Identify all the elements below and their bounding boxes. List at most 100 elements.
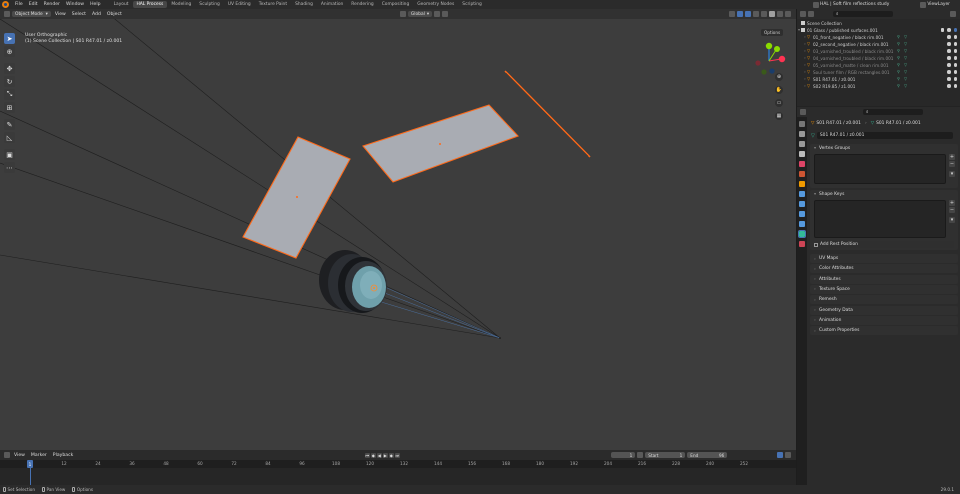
wireframe-shading-icon[interactable] (761, 11, 767, 17)
timeline-ruler[interactable]: 1 12 24 36 48 60 72 84 96 108 120 132 144 156 168 180 19… (0, 460, 796, 468)
workspace-tab-layout[interactable]: Layout (110, 1, 133, 8)
transform-pivot-icon[interactable] (399, 11, 406, 17)
add-cube-tool-icon[interactable]: ▣ (4, 149, 15, 160)
camera-render-icon[interactable] (953, 56, 957, 60)
mesh-name-field[interactable]: S01 R47.01 / z0.001 (816, 132, 953, 139)
vertex-groups-header[interactable]: ▾ Vertex Groups (810, 144, 958, 152)
annotate-tool-icon[interactable]: ✎ (4, 119, 15, 130)
xray-icon[interactable] (753, 11, 759, 17)
menu-window[interactable]: Window (63, 2, 87, 7)
viewport-scene[interactable] (0, 9, 796, 450)
camera-render-icon[interactable] (953, 35, 957, 39)
overlay-toggle-icon[interactable] (745, 11, 751, 17)
camera-render-icon[interactable] (953, 77, 957, 81)
shape-keys-header[interactable]: ▾ Shape Keys (810, 190, 958, 198)
workspace-tab-scripting[interactable]: Scripting (458, 1, 486, 8)
menu-help[interactable]: Help (87, 2, 103, 7)
camera-render-icon[interactable] (953, 70, 957, 74)
outliner-object-row[interactable]: › ▽ 03_varnished_troubled / black rim.001 ⚲… (797, 48, 960, 54)
play-reverse-icon[interactable]: ◀ (376, 452, 382, 458)
workspace-tab-hal-process[interactable]: HAL Process (132, 1, 168, 8)
workspace-tab-compositing[interactable]: Compositing (378, 1, 414, 8)
next-keyframe-icon[interactable]: ◆ (388, 452, 394, 458)
panel-texture-space[interactable]: › Texture Space (810, 284, 958, 294)
viewport-menu-add[interactable]: Add (89, 12, 104, 17)
select-tool-icon[interactable]: ➤ (4, 33, 15, 44)
add-rest-position-button[interactable]: Add Rest Position (814, 241, 954, 248)
shape-keys-list[interactable] (814, 200, 946, 238)
workspace-tab-uv-editing[interactable]: UV Editing (224, 1, 255, 8)
modifier-tab-icon[interactable] (799, 191, 805, 197)
particles-tab-icon[interactable] (799, 201, 805, 207)
keying-set-icon[interactable] (785, 452, 791, 458)
eye-icon[interactable] (947, 56, 951, 60)
auto-keying-icon[interactable] (777, 452, 783, 458)
menu-file[interactable]: File (12, 2, 26, 7)
panel-color-attributes[interactable]: › Color Attributes (810, 264, 958, 274)
camera-render-icon[interactable] (953, 49, 957, 53)
workspace-tab-shading[interactable]: Shading (291, 1, 317, 8)
cursor-tool-icon[interactable]: ⊕ (4, 46, 15, 57)
start-frame-field[interactable]: Start 1 (645, 452, 686, 458)
end-frame-field[interactable]: End 96 (687, 452, 728, 458)
eye-icon[interactable] (947, 42, 951, 46)
solid-shading-icon[interactable] (769, 11, 775, 17)
jump-end-icon[interactable]: ⏭ (394, 452, 400, 458)
visibility-icon[interactable] (729, 11, 735, 17)
menu-edit[interactable]: Edit (26, 2, 41, 7)
outliner-object-row[interactable]: › ▽ 05_varnished_matte / clean rim.001 ⚲ ▽ (797, 62, 960, 68)
rotate-tool-icon[interactable]: ↻ (4, 76, 15, 87)
filter-icon[interactable] (950, 11, 956, 17)
eye-icon[interactable] (947, 35, 951, 39)
vertex-group-specials-button[interactable]: ▾ (949, 171, 955, 177)
timeline-menu-playback[interactable]: Playback (50, 453, 77, 458)
world-tab-icon[interactable] (799, 171, 805, 177)
outliner-scene-collection[interactable]: Scene Collection (797, 20, 960, 26)
viewport-menu-view[interactable]: View (52, 12, 69, 17)
workspace-tab-texture-paint[interactable]: Texture Paint (255, 1, 291, 8)
workspace-tab-modeling[interactable]: Modeling (167, 1, 195, 8)
editor-type-icon[interactable] (4, 11, 10, 17)
workspace-tab-geometry-nodes[interactable]: Geometry Nodes (413, 1, 458, 8)
eye-icon[interactable] (947, 70, 951, 74)
3d-viewport[interactable]: Object Mode ▾ View Select Add Object Global ▾… (0, 9, 796, 450)
remove-vertex-group-button[interactable]: − (949, 161, 955, 167)
camera-render-icon[interactable] (953, 84, 957, 88)
measure-tool-icon[interactable]: ◺ (4, 132, 15, 143)
shape-key-specials-button[interactable]: ▾ (949, 217, 955, 223)
object-tab-icon[interactable] (799, 181, 805, 187)
viewport-menu-select[interactable]: Select (69, 12, 89, 17)
preview-range-icon[interactable] (637, 452, 644, 458)
timeline-editor[interactable]: View Marker Playback ⏮ ◆ ◀ ▶ ◆ ⏭ 1 Start 1 … (0, 450, 796, 485)
viewport-menu-object[interactable]: Object (104, 12, 125, 17)
move-tool-icon[interactable]: ✥ (4, 63, 15, 74)
blender-logo-icon[interactable] (2, 1, 9, 8)
current-frame-field[interactable]: 1 (611, 452, 636, 458)
prev-keyframe-icon[interactable]: ◆ (370, 452, 376, 458)
orientation-dropdown[interactable]: Global ▾ (407, 11, 433, 17)
scene-icon[interactable] (813, 1, 820, 8)
camera-render-icon[interactable] (953, 63, 957, 67)
panel-attributes[interactable]: › Attributes (810, 274, 958, 284)
constraints-tab-icon[interactable] (799, 221, 805, 227)
timeline-editor-type-icon[interactable] (4, 452, 10, 458)
vertex-groups-list[interactable] (814, 154, 946, 184)
tool-tab-icon[interactable] (799, 121, 805, 127)
render-tab-icon[interactable] (799, 131, 805, 137)
transform-tool-icon[interactable]: ⊞ (4, 102, 15, 113)
workspace-tab-rendering[interactable]: Rendering (347, 1, 377, 8)
eye-icon[interactable] (947, 77, 951, 81)
add-shape-key-button[interactable]: + (949, 200, 955, 206)
display-mode-icon[interactable] (808, 11, 814, 17)
mode-dropdown[interactable]: Object Mode ▾ (12, 11, 51, 17)
outliner-object-row[interactable]: › ▽ 04_varnished_troubled / black rim.001 ⚲… (797, 55, 960, 61)
material-tab-icon[interactable] (799, 241, 805, 247)
proportional-edit-icon[interactable] (442, 11, 449, 17)
remove-shape-key-button[interactable]: − (949, 207, 955, 213)
outliner-object-row[interactable]: › ▽ 01_front_negative / black rim.001 ⚲ ▽ (797, 34, 960, 40)
workspace-tab-animation[interactable]: Animation (317, 1, 347, 8)
panel-geometry-data[interactable]: › Geometry Data (810, 305, 958, 315)
menu-render[interactable]: Render (41, 2, 63, 7)
outliner-search-field[interactable]: ⌕ (833, 11, 893, 17)
outliner-editor-type-icon[interactable] (800, 11, 806, 17)
